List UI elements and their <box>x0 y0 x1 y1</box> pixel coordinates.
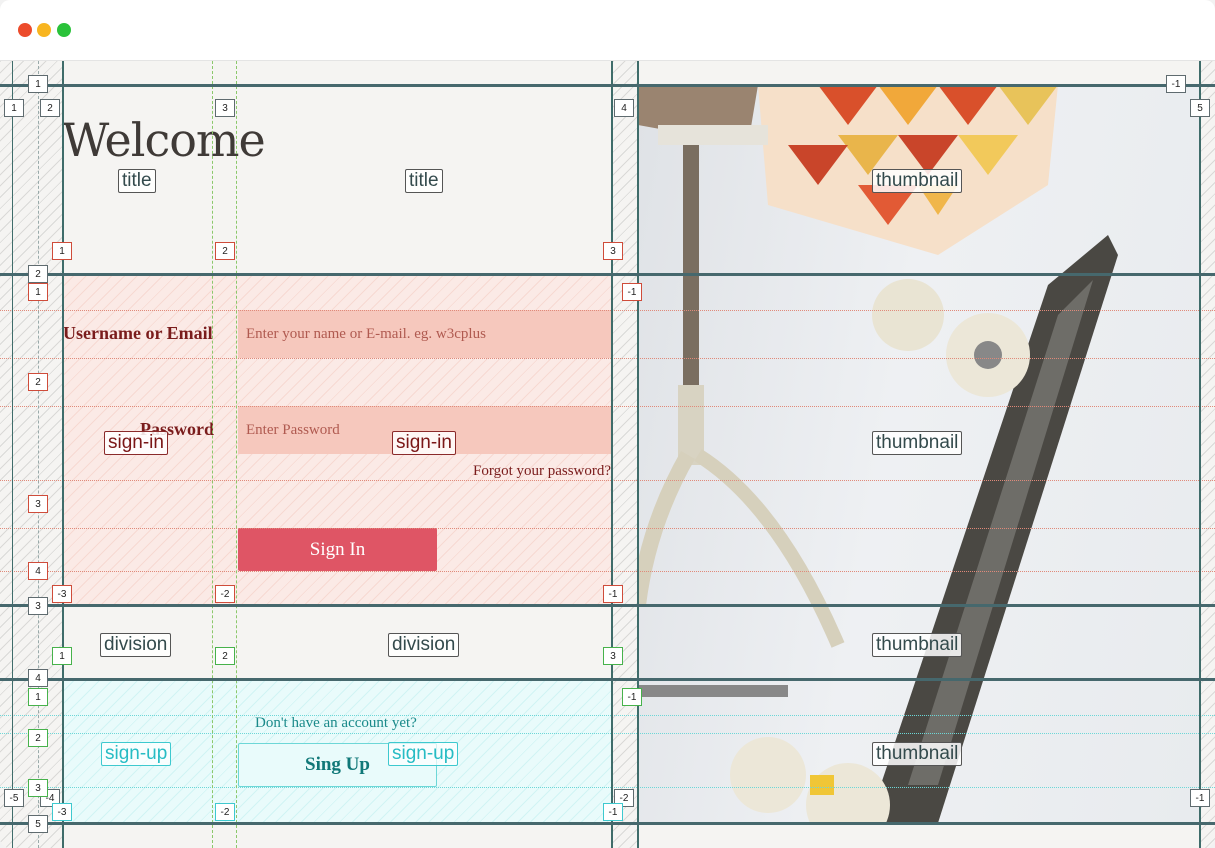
grid-number-tag: 2 <box>215 647 235 665</box>
grid-number-tag: 3 <box>215 99 235 117</box>
signin-row-line <box>0 480 1215 481</box>
welcome-heading: Welcome <box>62 113 266 167</box>
signin-row-line <box>0 358 1215 359</box>
username-label: Username or Email <box>63 323 213 343</box>
grid-number-tag: 5 <box>28 815 48 833</box>
grid-number-tag: -1 <box>1166 75 1186 93</box>
grid-number-tag: 1 <box>52 242 72 260</box>
grid-number-tag: -1 <box>603 803 623 821</box>
area-label-thumbnail: thumbnail <box>872 742 963 766</box>
signup-row-line <box>0 733 1215 734</box>
grid-number-tag: 3 <box>28 495 48 513</box>
page-content: Welcome Username or Email Enter your nam… <box>0 61 1215 848</box>
grid-number-tag: 4 <box>28 562 48 580</box>
grid-col-line <box>611 61 613 848</box>
grid-number-tag: 1 <box>52 647 72 665</box>
area-label-division: division <box>100 633 172 657</box>
signup-row-line <box>0 787 1215 788</box>
grid-row-line <box>0 604 1215 607</box>
area-label-sign-up: sign-up <box>388 742 459 766</box>
grid-number-tag: -3 <box>52 585 72 603</box>
grid-number-tag: 2 <box>215 242 235 260</box>
grid-col-line <box>1199 61 1201 848</box>
grid-number-tag: 3 <box>603 647 623 665</box>
signin-row-line <box>0 310 1215 311</box>
grid-number-tag: -2 <box>215 803 235 821</box>
grid-row-line <box>0 84 1215 87</box>
area-label-title: title <box>118 169 156 193</box>
grid-number-tag: 3 <box>28 597 48 615</box>
grid-number-tag: -1 <box>603 585 623 603</box>
grid-number-tag: -3 <box>52 803 72 821</box>
grid-number-tag: 3 <box>28 779 48 797</box>
grid-number-tag: 5 <box>1190 99 1210 117</box>
area-label-thumbnail: thumbnail <box>872 431 963 455</box>
grid-number-tag: 2 <box>28 729 48 747</box>
area-label-division: division <box>388 633 460 657</box>
grid-number-tag: 1 <box>28 75 48 93</box>
minimize-window-button[interactable] <box>37 23 51 37</box>
grid-col-line <box>236 61 237 848</box>
grid-row-line <box>0 273 1215 276</box>
maximize-window-button[interactable] <box>57 23 71 37</box>
grid-number-tag: 4 <box>614 99 634 117</box>
area-label-sign-in: sign-in <box>392 431 456 455</box>
grid-col-line <box>62 61 64 848</box>
grid-number-tag: 3 <box>603 242 623 260</box>
grid-number-tag: 1 <box>28 688 48 706</box>
close-window-button[interactable] <box>18 23 32 37</box>
no-account-text: Don't have an account yet? <box>255 715 417 731</box>
grid-number-tag: 2 <box>28 373 48 391</box>
grid-row-line <box>0 822 1215 825</box>
grid-row-line <box>0 678 1215 681</box>
grid-number-tag: 2 <box>40 99 60 117</box>
area-label-thumbnail: thumbnail <box>872 633 963 657</box>
grid-gap-middle <box>613 61 637 848</box>
grid-number-tag: -1 <box>622 283 642 301</box>
grid-number-tag: -1 <box>1190 789 1210 807</box>
area-label-thumbnail: thumbnail <box>872 169 963 193</box>
browser-window: Welcome Username or Email Enter your nam… <box>0 0 1215 848</box>
grid-number-tag: -1 <box>622 688 642 706</box>
grid-col-line <box>12 61 13 848</box>
grid-gap-right <box>1200 61 1215 848</box>
area-label-sign-up: sign-up <box>101 742 172 766</box>
grid-col-line <box>212 61 213 848</box>
signin-row-line <box>0 406 1215 407</box>
forgot-password-link[interactable]: Forgot your password? <box>473 463 611 480</box>
grid-number-tag: 2 <box>28 265 48 283</box>
title-bar <box>0 0 1215 61</box>
grid-number-tag: -2 <box>215 585 235 603</box>
grid-col-line <box>637 61 639 848</box>
grid-number-tag: 1 <box>28 283 48 301</box>
area-label-sign-in: sign-in <box>104 431 168 455</box>
sign-in-button[interactable]: Sign In <box>238 528 437 571</box>
grid-number-tag: 4 <box>28 669 48 687</box>
signin-row-line <box>0 571 1215 572</box>
grid-number-tag: 1 <box>4 99 24 117</box>
signin-row-line <box>0 528 1215 529</box>
grid-number-tag: -5 <box>4 789 24 807</box>
username-input[interactable]: Enter your name or E-mail. eg. w3cplus <box>238 310 611 358</box>
area-label-title: title <box>405 169 443 193</box>
signup-row-line <box>0 715 1215 716</box>
